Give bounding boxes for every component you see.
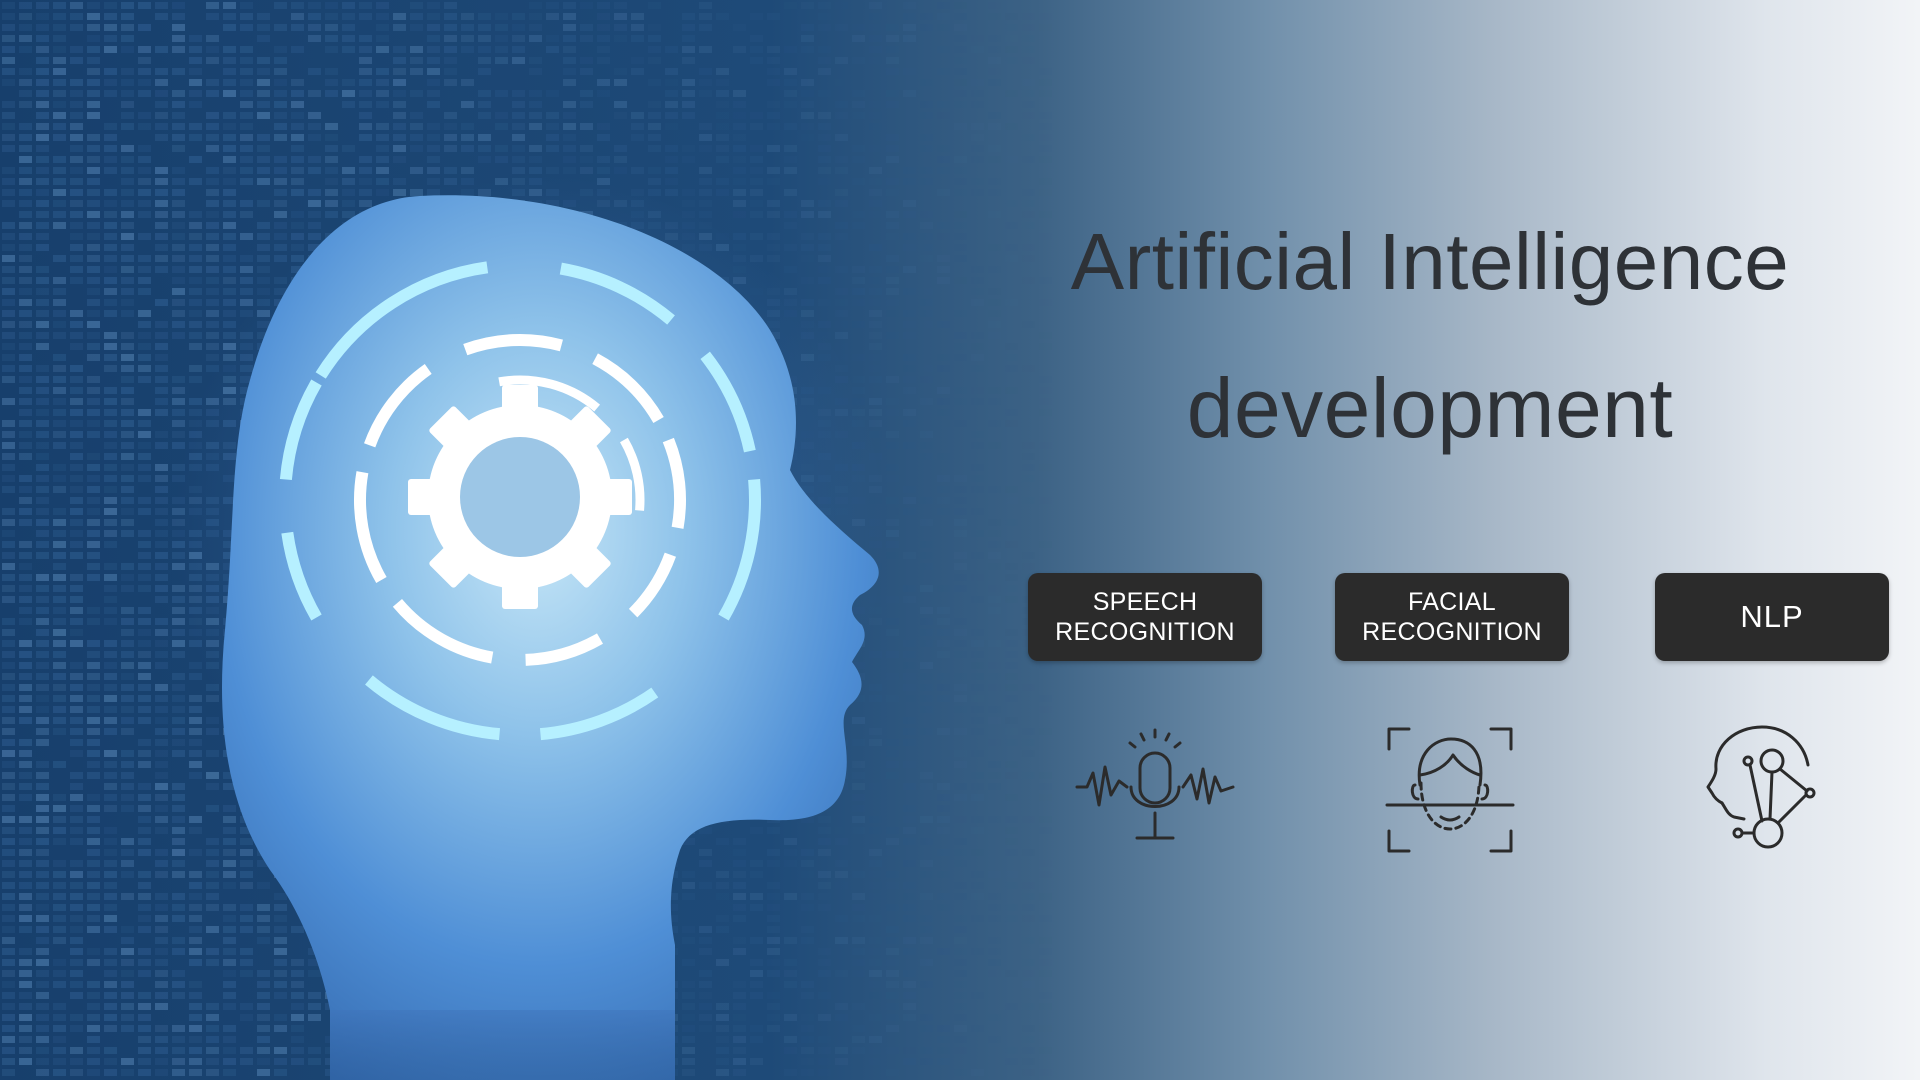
badge-label-line: RECOGNITION: [1362, 618, 1542, 646]
title-line-1: Artificial Intelligence: [1070, 217, 1790, 306]
badge-label-line: NLP: [1740, 599, 1804, 634]
microphone-waveform-icon: [1075, 728, 1235, 840]
face-scan-icon: [1385, 727, 1515, 853]
title-line-2: development: [1186, 361, 1674, 455]
badge-label-line: RECOGNITION: [1055, 618, 1235, 646]
speech-recognition-badge[interactable]: SPEECH RECOGNITION: [1028, 573, 1262, 661]
nlp-badge[interactable]: NLP: [1655, 573, 1889, 661]
badge-label-line: SPEECH: [1092, 588, 1198, 616]
head-silhouette: [222, 195, 879, 1080]
head-network-icon: [1706, 725, 1816, 849]
facial-recognition-badge[interactable]: FACIAL RECOGNITION: [1335, 573, 1569, 661]
badge-label-line: FACIAL: [1408, 588, 1496, 616]
ai-banner: Artificial Intelligence development SPEE…: [0, 0, 1920, 1080]
gear-icon: [408, 385, 632, 609]
head-illustration: [222, 195, 879, 1080]
